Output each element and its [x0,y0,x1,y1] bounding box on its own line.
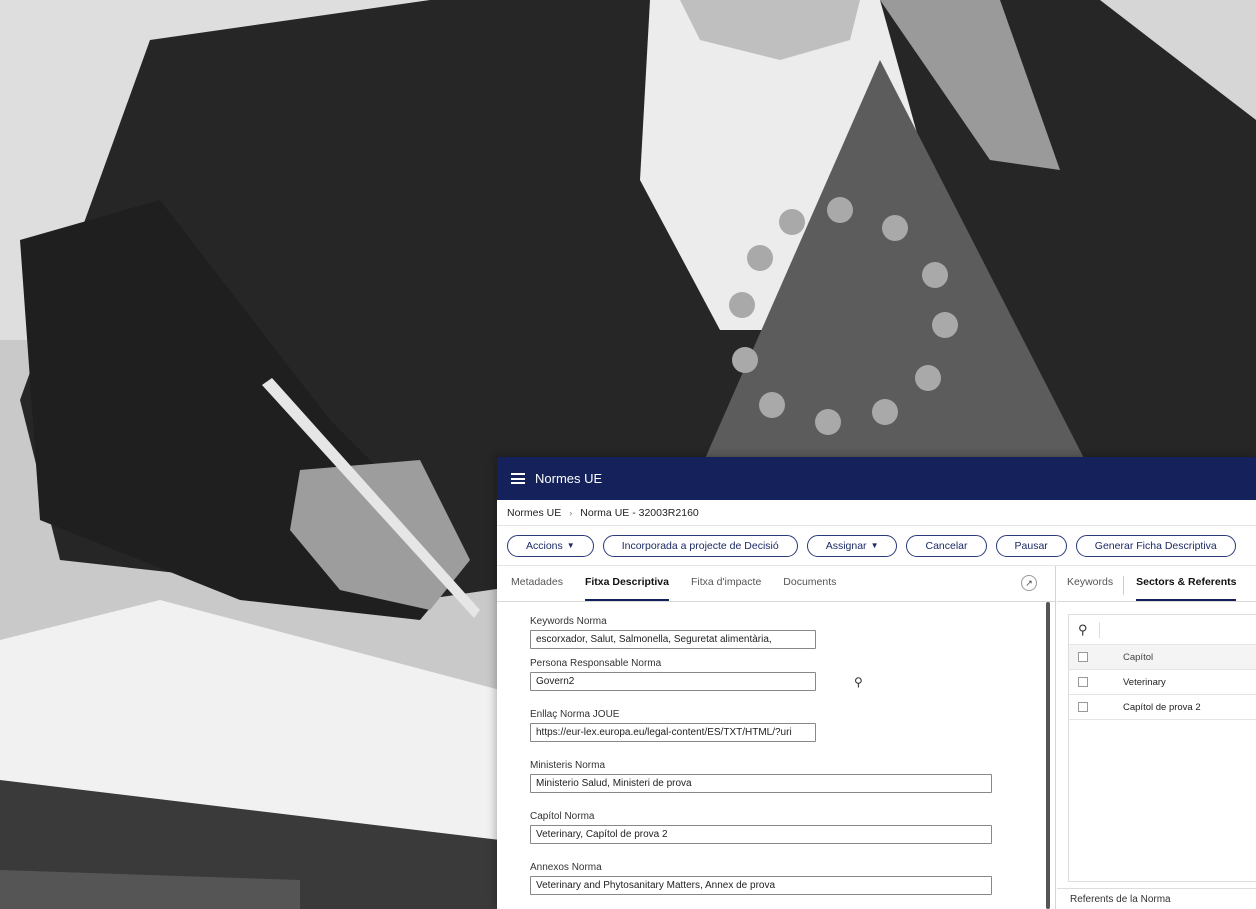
annexos-input[interactable]: Veterinary and Phytosanitary Matters, An… [530,876,992,895]
breadcrumb-separator: › [569,507,573,518]
responsable-field: Persona Responsable Norma Govern2 ⚲ [530,658,1055,691]
table-cell: Capítol de prova 2 [1123,701,1201,713]
ministeris-field: Ministeris Norma Ministerio Salud, Minis… [530,760,1055,793]
right-panel: Keywords Sectors & Referents ⚲ Capítol V… [1057,566,1256,909]
top-bar: Normes UE [497,457,1256,500]
keywords-input[interactable]: escorxador, Salut, Salmonella, Seguretat… [530,630,816,649]
capitol-input[interactable]: Veterinary, Capítol de prova 2 [530,825,992,844]
keywords-field: Keywords Norma escorxador, Salut, Salmon… [530,616,1055,649]
responsable-input[interactable]: Govern2 [530,672,816,691]
chevron-down-icon: ▼ [566,541,575,550]
keywords-label: Keywords Norma [530,616,607,627]
select-all-checkbox[interactable] [1078,652,1088,662]
tab-fitxa-descriptiva[interactable]: Fitxa Descriptiva [584,576,669,601]
search-icon[interactable]: ⚲ [854,675,863,689]
assignar-button[interactable]: Assignar ▼ [806,534,898,557]
breadcrumb-root[interactable]: Normes UE [507,507,561,519]
generar-label: Generar Ficha Descriptiva [1094,539,1217,552]
ministeris-input[interactable]: Ministerio Salud, Ministeri de prova [530,774,992,793]
app-title: Normes UE [535,471,603,486]
left-panel: Metadades Fitxa Descriptiva Fitxa d'impa… [497,566,1056,909]
right-tabs: Keywords Sectors & Referents [1057,566,1256,602]
annexos-label: Annexos Norma [530,862,602,873]
cancelar-button[interactable]: Cancelar [906,534,987,557]
enllac-field: Enllaç Norma JOUE https://eur-lex.europa… [530,709,1055,742]
pausar-label: Pausar [1014,539,1048,552]
grid-header-capitol: Capítol [1123,651,1154,663]
content-panels: Metadades Fitxa Descriptiva Fitxa d'impa… [497,566,1256,909]
row-checkbox[interactable] [1078,702,1088,712]
table-row[interactable]: Veterinary [1069,670,1256,695]
search-icon[interactable]: ⚲ [1078,621,1100,638]
grid-header-row: Capítol [1069,645,1256,670]
generar-ficha-button[interactable]: Generar Ficha Descriptiva [1075,534,1236,557]
expand-icon[interactable]: ↗ [1021,575,1037,591]
tab-metadades[interactable]: Metadades [511,576,563,601]
row-checkbox[interactable] [1078,677,1088,687]
enllac-label: Enllaç Norma JOUE [530,709,620,720]
annexos-field: Annexos Norma Veterinary and Phytosanita… [530,862,1055,895]
referents-section-title: Referents de la Norma [1057,888,1256,909]
capitol-grid: ⚲ Capítol Veterinary Capítol de prova 2 [1068,614,1256,882]
scrollbar[interactable] [1046,602,1050,909]
action-toolbar: Accions ▼ Incorporada a projecte de Deci… [497,526,1256,566]
incorporada-button[interactable]: Incorporada a projecte de Decisió [602,534,798,557]
responsable-label: Persona Responsable Norma [530,658,662,669]
table-cell: Veterinary [1123,676,1166,688]
capitol-field: Capítol Norma Veterinary, Capítol de pro… [530,811,1055,844]
left-tabs: Metadades Fitxa Descriptiva Fitxa d'impa… [497,566,1055,602]
assignar-label: Assignar [825,539,867,552]
accions-label: Accions [526,539,563,552]
breadcrumb-current: Norma UE - 32003R2160 [580,506,699,519]
tab-sectors-referents[interactable]: Sectors & Referents [1136,576,1237,601]
fitxa-descriptiva-form: Keywords Norma escorxador, Salut, Salmon… [497,602,1055,909]
accions-button[interactable]: Accions ▼ [507,534,594,557]
capitol-label: Capítol Norma [530,811,595,822]
table-row[interactable]: Capítol de prova 2 [1069,695,1256,720]
tab-keywords[interactable]: Keywords [1067,576,1125,596]
menu-icon[interactable] [511,473,525,484]
pausar-button[interactable]: Pausar [995,534,1067,557]
chevron-down-icon: ▼ [870,541,879,550]
grid-search-bar[interactable]: ⚲ [1069,615,1256,645]
incorporada-label: Incorporada a projecte de Decisió [621,539,779,552]
tab-documents[interactable]: Documents [783,576,836,601]
breadcrumb: Normes UE › Norma UE - 32003R2160 [497,500,1256,526]
cancelar-label: Cancelar [925,539,968,552]
ministeris-label: Ministeris Norma [530,760,606,771]
tab-fitxa-impacte[interactable]: Fitxa d'impacte [691,576,761,601]
enllac-input[interactable]: https://eur-lex.europa.eu/legal-content/… [530,723,816,742]
app-window: Normes UE Normes UE › Norma UE - 32003R2… [497,457,1256,909]
